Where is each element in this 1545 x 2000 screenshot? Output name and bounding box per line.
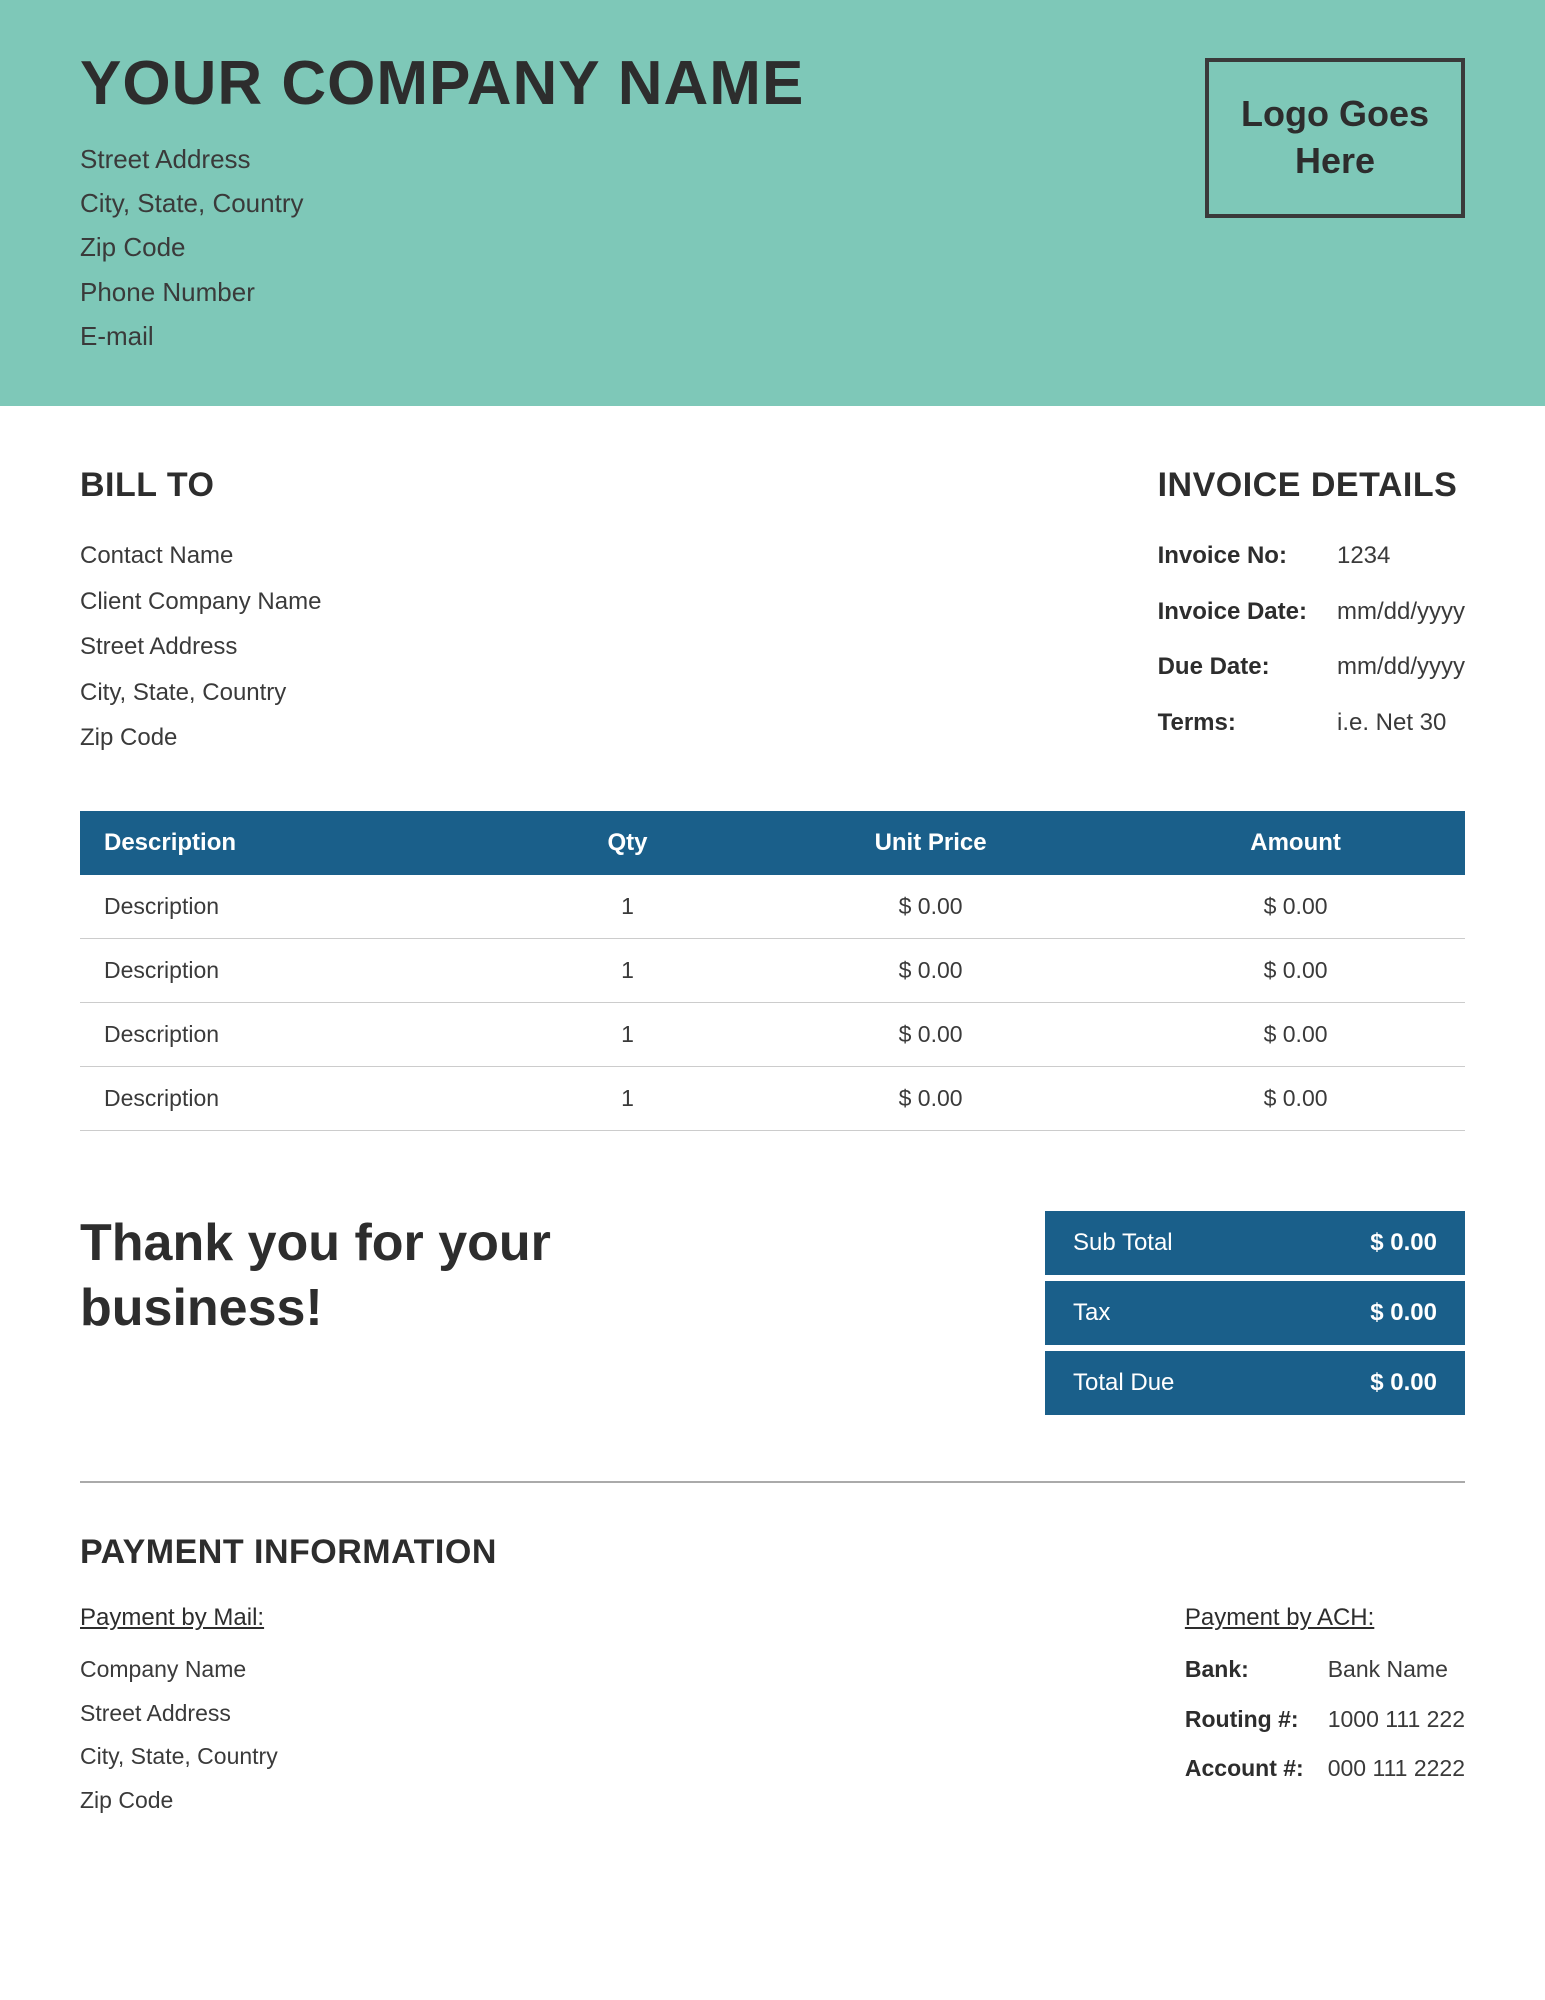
bank-label: Bank: xyxy=(1185,1648,1304,1692)
row-qty: 1 xyxy=(520,875,735,939)
account-label: Account #: xyxy=(1185,1747,1304,1791)
row-qty: 1 xyxy=(520,1002,735,1066)
account-value: 000 111 2222 xyxy=(1328,1747,1465,1791)
payment-ach-title: Payment by ACH: xyxy=(1185,1604,1465,1632)
tax-row: Tax $ 0.00 xyxy=(1045,1281,1465,1345)
bill-zip: Zip Code xyxy=(80,715,321,761)
row-description: Description xyxy=(80,1066,520,1130)
zip-code: Zip Code xyxy=(80,225,804,269)
row-amount: $ 0.00 xyxy=(1126,875,1465,939)
bill-to-title: BILL TO xyxy=(80,466,321,505)
total-label: Total Due xyxy=(1073,1369,1174,1397)
invoice-table: Description Qty Unit Price Amount Descri… xyxy=(80,811,1465,1131)
tax-label: Tax xyxy=(1073,1299,1110,1327)
table-header-row: Description Qty Unit Price Amount xyxy=(80,811,1465,875)
invoice-no-label: Invoice No: xyxy=(1158,533,1307,579)
total-value: $ 0.00 xyxy=(1370,1369,1437,1397)
summary-section: Thank you for your business! Sub Total $… xyxy=(0,1171,1545,1481)
row-description: Description xyxy=(80,875,520,939)
row-unit-price: $ 0.00 xyxy=(735,875,1126,939)
subtotal-row: Sub Total $ 0.00 xyxy=(1045,1211,1465,1275)
invoice-grid: Invoice No: 1234 Invoice Date: mm/dd/yyy… xyxy=(1158,533,1465,745)
thank-you-text: Thank you for your business! xyxy=(80,1211,580,1341)
terms-value: i.e. Net 30 xyxy=(1337,700,1465,746)
payment-mail-col: Payment by Mail: Company Name Street Add… xyxy=(80,1604,278,1823)
routing-label: Routing #: xyxy=(1185,1698,1304,1742)
col-unit-price: Unit Price xyxy=(735,811,1126,875)
billing-section: BILL TO Contact Name Client Company Name… xyxy=(0,406,1545,811)
table-row: Description 1 $ 0.00 $ 0.00 xyxy=(80,1002,1465,1066)
payment-columns: Payment by Mail: Company Name Street Add… xyxy=(80,1604,1465,1823)
row-description: Description xyxy=(80,938,520,1002)
col-qty: Qty xyxy=(520,811,735,875)
subtotal-label: Sub Total xyxy=(1073,1229,1173,1257)
header: YOUR COMPANY NAME Street Address City, S… xyxy=(0,0,1545,406)
totals-table: Sub Total $ 0.00 Tax $ 0.00 Total Due $ … xyxy=(1045,1211,1465,1421)
payment-section: PAYMENT INFORMATION Payment by Mail: Com… xyxy=(0,1483,1545,1883)
row-qty: 1 xyxy=(520,938,735,1002)
invoice-no-value: 1234 xyxy=(1337,533,1465,579)
company-name: YOUR COMPANY NAME xyxy=(80,48,804,119)
city-state-country: City, State, Country xyxy=(80,181,804,225)
mail-zip: Zip Code xyxy=(80,1779,278,1823)
bill-street: Street Address xyxy=(80,624,321,670)
row-unit-price: $ 0.00 xyxy=(735,1002,1126,1066)
invoice-date-label: Invoice Date: xyxy=(1158,589,1307,635)
table-row: Description 1 $ 0.00 $ 0.00 xyxy=(80,1066,1465,1130)
logo-box: Logo GoesHere xyxy=(1205,58,1465,218)
due-date-value: mm/dd/yyyy xyxy=(1337,644,1465,690)
bill-city: City, State, Country xyxy=(80,670,321,716)
col-amount: Amount xyxy=(1126,811,1465,875)
payment-ach-col: Payment by ACH: Bank: Bank Name Routing … xyxy=(1185,1604,1465,1823)
table-row: Description 1 $ 0.00 $ 0.00 xyxy=(80,938,1465,1002)
ach-grid: Bank: Bank Name Routing #: 1000 111 222 … xyxy=(1185,1648,1465,1791)
table-row: Description 1 $ 0.00 $ 0.00 xyxy=(80,875,1465,939)
row-description: Description xyxy=(80,1002,520,1066)
terms-label: Terms: xyxy=(1158,700,1307,746)
table-section: Description Qty Unit Price Amount Descri… xyxy=(0,811,1545,1171)
client-company: Client Company Name xyxy=(80,579,321,625)
payment-mail-title: Payment by Mail: xyxy=(80,1604,278,1632)
email: E-mail xyxy=(80,314,804,358)
phone-number: Phone Number xyxy=(80,270,804,314)
row-amount: $ 0.00 xyxy=(1126,1002,1465,1066)
header-left: YOUR COMPANY NAME Street Address City, S… xyxy=(80,48,804,358)
mail-city: City, State, Country xyxy=(80,1735,278,1779)
street-address: Street Address xyxy=(80,137,804,181)
row-amount: $ 0.00 xyxy=(1126,1066,1465,1130)
invoice-details: INVOICE DETAILS Invoice No: 1234 Invoice… xyxy=(1158,466,1465,761)
payment-title: PAYMENT INFORMATION xyxy=(80,1533,1465,1572)
invoice-details-title: INVOICE DETAILS xyxy=(1158,466,1465,505)
routing-value: 1000 111 222 xyxy=(1328,1698,1465,1742)
bank-value: Bank Name xyxy=(1328,1648,1465,1692)
row-unit-price: $ 0.00 xyxy=(735,938,1126,1002)
col-description: Description xyxy=(80,811,520,875)
tax-value: $ 0.00 xyxy=(1370,1299,1437,1327)
mail-street: Street Address xyxy=(80,1692,278,1736)
row-qty: 1 xyxy=(520,1066,735,1130)
mail-company: Company Name xyxy=(80,1648,278,1692)
row-amount: $ 0.00 xyxy=(1126,938,1465,1002)
bill-to: BILL TO Contact Name Client Company Name… xyxy=(80,466,321,761)
logo-text: Logo GoesHere xyxy=(1241,91,1429,185)
due-date-label: Due Date: xyxy=(1158,644,1307,690)
subtotal-value: $ 0.00 xyxy=(1370,1229,1437,1257)
row-unit-price: $ 0.00 xyxy=(735,1066,1126,1130)
invoice-date-value: mm/dd/yyyy xyxy=(1337,589,1465,635)
total-row: Total Due $ 0.00 xyxy=(1045,1351,1465,1415)
contact-name: Contact Name xyxy=(80,533,321,579)
